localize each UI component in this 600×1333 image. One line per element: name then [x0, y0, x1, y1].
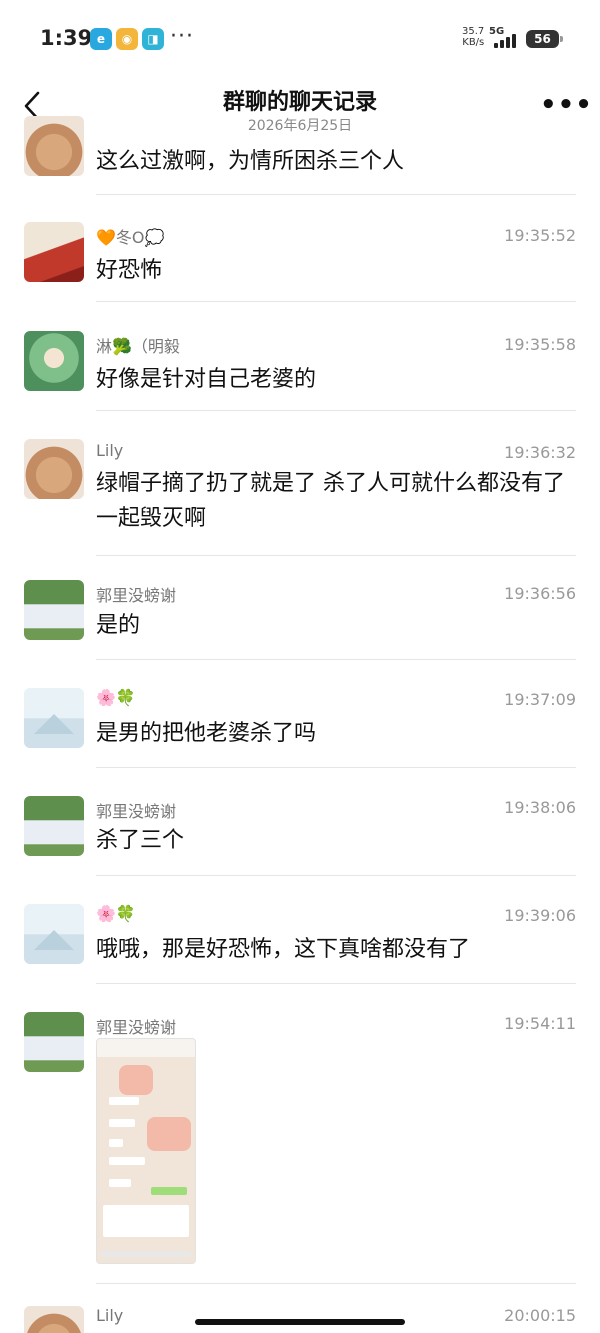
sender-name: 郭里没螃谢: [96, 802, 177, 821]
message-time: 19:35:58: [504, 335, 576, 354]
avatar[interactable]: [24, 580, 84, 640]
status-bar: 1:39 e ◉ ◨ ··· 35.7 KB/s 5G 56: [0, 0, 600, 78]
message-time: 19:35:52: [504, 226, 576, 245]
battery-icon: 56: [526, 30, 563, 48]
avatar[interactable]: [24, 1012, 84, 1072]
avatar[interactable]: [24, 222, 84, 282]
message-time: 19:36:32: [504, 443, 576, 462]
sender-name: 🧡冬O💭: [96, 228, 165, 247]
message-time: 19:38:06: [504, 798, 576, 817]
chat-message: 🌸🍀 19:37:09 是男的把他老婆杀了吗: [0, 688, 600, 768]
avatar[interactable]: [24, 331, 84, 391]
divider: [96, 767, 576, 768]
message-time: 20:00:15: [504, 1306, 576, 1325]
app-notification-icon: ◨: [142, 28, 164, 50]
status-time: 1:39: [40, 26, 93, 50]
divider: [96, 875, 576, 876]
sender-name: Lily: [96, 441, 124, 460]
message-text: 哦哦，那是好恐怖，这下真啥都没有了: [96, 937, 471, 962]
chat-message: 郭里没螃谢 19:54:11: [0, 1012, 600, 1284]
message-time: 19:37:09: [504, 690, 576, 709]
avatar[interactable]: [24, 439, 84, 499]
chat-message: 郭里没螃谢 19:38:06 杀了三个: [0, 796, 600, 876]
sender-name: Lily: [96, 1306, 124, 1325]
app-notification-icon: ◉: [116, 28, 138, 50]
divider: [96, 410, 576, 411]
message-image-thumbnail[interactable]: [96, 1038, 196, 1264]
chat-message: 这么过激啊，为情所困杀三个人: [0, 116, 600, 196]
divider: [96, 659, 576, 660]
chat-header: 群聊的聊天记录 2026年6月25日 •••: [0, 78, 600, 144]
home-indicator[interactable]: [195, 1319, 405, 1325]
message-text: 这么过激啊，为情所困杀三个人: [96, 149, 405, 174]
page-title: 群聊的聊天记录: [222, 90, 377, 115]
divider: [96, 194, 576, 195]
message-text: 好恐怖: [96, 258, 163, 283]
message-text: 好像是针对自己老婆的: [96, 367, 317, 392]
divider: [96, 555, 576, 556]
sender-name: 郭里没螃谢: [96, 586, 177, 605]
avatar[interactable]: [24, 1306, 84, 1333]
avatar[interactable]: [24, 116, 84, 176]
chat-message: 🧡冬O💭 19:35:52 好恐怖: [0, 222, 600, 302]
sender-name: 淋🥦（明毅: [96, 337, 180, 356]
message-time: 19:39:06: [504, 906, 576, 925]
more-options-icon[interactable]: •••: [540, 90, 593, 120]
avatar[interactable]: [24, 904, 84, 964]
message-text: 是的: [96, 613, 141, 638]
message-text: 绿帽子摘了扔了就是了 杀了人可就什么都没有了 一起毁灭啊: [96, 471, 565, 531]
sender-name: 郭里没螃谢: [96, 1018, 177, 1037]
more-notifications-icon: ···: [170, 24, 194, 49]
avatar[interactable]: [24, 688, 84, 748]
message-time: 19:36:56: [504, 584, 576, 603]
sender-name: 🌸🍀: [96, 904, 136, 923]
message-text: 杀了三个: [96, 828, 185, 853]
app-notification-icon: e: [90, 28, 112, 50]
divider: [96, 301, 576, 302]
network-speed: 35.7 KB/s: [462, 26, 485, 48]
page-subtitle: 2026年6月25日: [247, 118, 353, 134]
chat-message: 郭里没螃谢 19:36:56 是的: [0, 580, 600, 660]
divider: [96, 1283, 576, 1284]
chat-message: Lily 19:36:32 绿帽子摘了扔了就是了 杀了人可就什么都没有了 一起毁…: [0, 439, 600, 556]
chat-message: 淋🥦（明毅 19:35:58 好像是针对自己老婆的: [0, 331, 600, 411]
signal-icon: [494, 34, 522, 48]
message-time: 19:54:11: [504, 1014, 576, 1033]
message-text: 是男的把他老婆杀了吗: [96, 721, 317, 746]
avatar[interactable]: [24, 796, 84, 856]
divider: [96, 983, 576, 984]
sender-name: 🌸🍀: [96, 688, 136, 707]
chat-message: 🌸🍀 19:39:06 哦哦，那是好恐怖，这下真啥都没有了: [0, 904, 600, 984]
